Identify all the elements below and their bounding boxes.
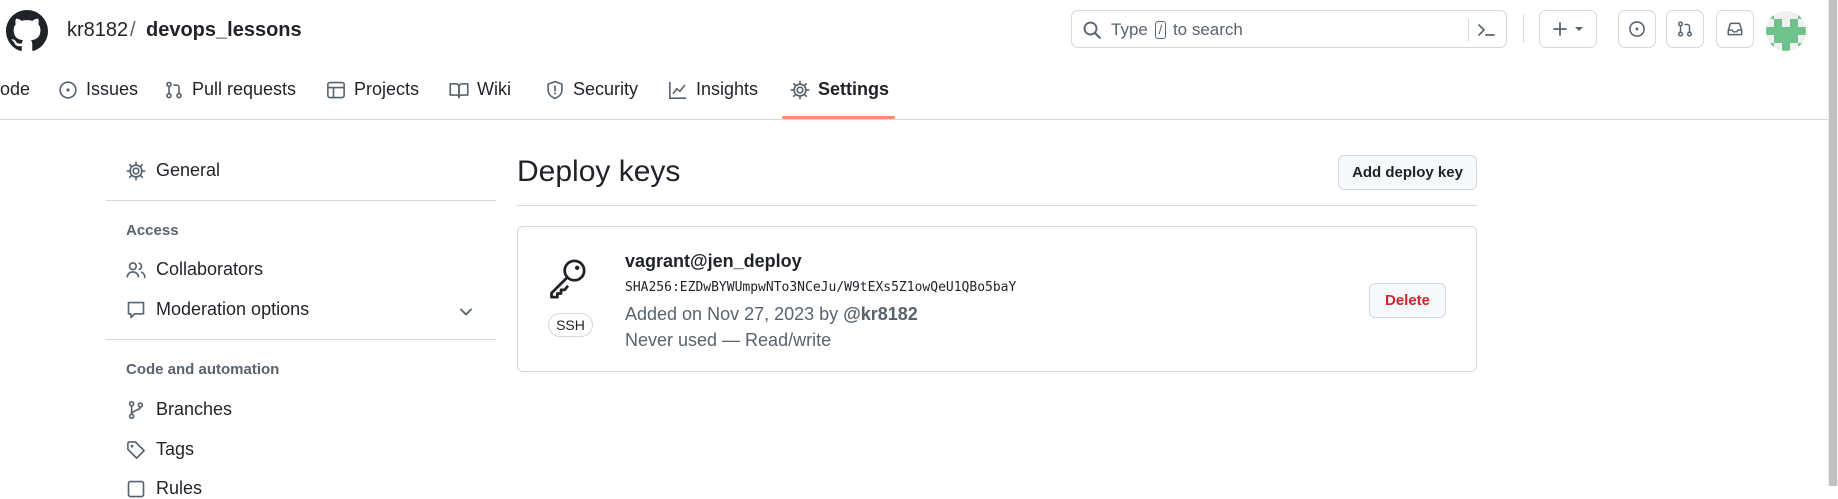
tab-security-label: Security [573,79,639,99]
tab-code[interactable]: ode [0,79,30,100]
repo-tabs: ode Issues Pull requests Projects Wiki S… [0,60,1828,120]
plus-icon [1552,21,1568,37]
gear-icon [790,79,810,100]
page-title: Deploy keys [517,155,681,188]
shield-icon [545,80,565,100]
tab-settings[interactable]: Settings [790,79,889,100]
search-icon [1082,20,1102,40]
repo-owner-link[interactable]: kr8182 [67,19,128,42]
pull-request-icon [164,80,184,100]
tab-code-label: ode [0,79,31,99]
search-shortcut-key: / [1154,21,1167,39]
sidebar-item-collaborators[interactable]: Collaborators [126,259,263,280]
sidebar-item-rules[interactable]: Rules [126,478,202,499]
key-added-by-link[interactable]: @kr8182 [843,304,918,324]
pull-requests-button[interactable] [1666,10,1704,48]
search-placeholder: Type / to search [1111,20,1243,40]
command-palette-icon[interactable] [1476,20,1498,40]
book-icon [449,80,469,100]
github-logo-icon[interactable] [6,10,48,52]
add-deploy-key-button[interactable]: Add deploy key [1338,155,1477,190]
sidebar-item-tags[interactable]: Tags [126,439,194,460]
report-icon [126,300,146,320]
repo-name-link[interactable]: devops_lessons [146,19,302,42]
key-fingerprint: SHA256:EZDwBYWUmpwNTo3NCeJu/W9tEXs5Z1owQ… [625,280,1017,295]
key-usage-info: Never used — Read/write [625,330,832,350]
tab-issues[interactable]: Issues [58,79,138,100]
sidebar-item-moderation-label: Moderation options [156,299,310,319]
sidebar-item-general[interactable]: General [126,160,220,181]
key-added-text: Added on Nov 27, 2023 by [625,304,839,324]
inbox-button[interactable] [1716,10,1754,48]
tab-wiki-label: Wiki [477,79,511,99]
sidebar-item-branches-label: Branches [156,399,233,419]
title-divider [517,205,1477,206]
sidebar-divider [106,339,496,340]
people-icon [126,260,146,280]
tab-wiki[interactable]: Wiki [449,79,511,100]
scrollbar-thumb[interactable] [1829,0,1837,486]
page-scrollbar[interactable] [1828,0,1838,486]
search-suffix-text: to search [1172,20,1243,39]
tag-icon [126,440,146,460]
create-new-button[interactable] [1539,10,1597,48]
sidebar-heading-access: Access [126,222,179,239]
tab-insights-label: Insights [696,79,759,99]
issues-button[interactable] [1618,10,1656,48]
tab-settings-label: Settings [818,79,890,99]
tab-projects[interactable]: Projects [326,79,419,100]
tab-issues-label: Issues [86,79,139,99]
delete-key-button[interactable]: Delete [1369,283,1446,318]
search-input[interactable]: Type / to search [1071,10,1507,48]
sidebar-item-tags-label: Tags [156,439,195,459]
sidebar-item-branches[interactable]: Branches [126,399,232,420]
issues-icon [1628,20,1646,38]
inbox-icon [1726,20,1744,38]
tab-security[interactable]: Security [545,79,638,100]
chevron-down-icon [1574,24,1584,34]
header-divider [1523,15,1524,43]
active-tab-underline [782,116,895,119]
search-prefix-text: Type [1111,20,1148,39]
chevron-down-icon[interactable] [456,302,476,322]
sidebar-divider [106,200,496,201]
top-header: kr8182 / devops_lessons Type / to search [0,0,1828,60]
sidebar-item-moderation-options[interactable]: Moderation options [126,299,309,320]
key-type-badge: SSH [548,313,593,337]
avatar[interactable] [1766,11,1806,51]
pull-requests-icon [1676,20,1694,38]
sidebar-heading-code-automation: Code and automation [126,361,280,378]
key-icon [546,255,590,299]
rules-icon [126,479,146,499]
key-added-info: Added on Nov 27, 2023 by @kr8182 [625,304,918,325]
tab-projects-label: Projects [354,79,420,99]
graph-icon [668,80,688,100]
table-icon [326,80,346,100]
sidebar-item-rules-label: Rules [156,478,203,498]
tab-insights[interactable]: Insights [668,79,758,100]
search-divider [1468,19,1469,41]
issue-icon [58,80,78,100]
repo-path-separator: / [130,19,136,41]
branch-icon [126,400,146,420]
key-title: vagrant@jen_deploy [625,251,802,271]
tab-pull-requests-label: Pull requests [192,79,297,99]
tab-pull-requests[interactable]: Pull requests [164,79,296,100]
sidebar-item-collaborators-label: Collaborators [156,259,264,279]
sidebar-item-general-label: General [156,160,221,180]
gear-icon [126,160,146,181]
